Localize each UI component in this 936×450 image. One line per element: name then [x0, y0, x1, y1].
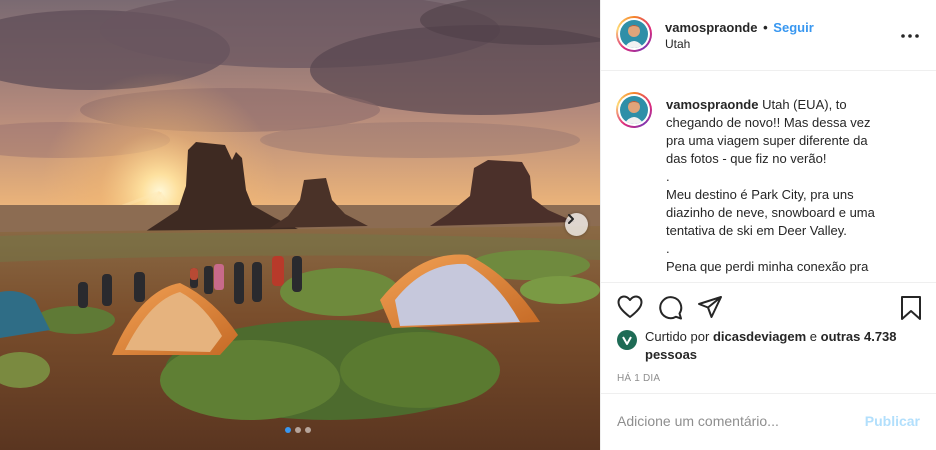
- caption-line: chegando de novo!! Mas dessa vez: [666, 115, 871, 130]
- caption-line: pra uma viagem super diferente da: [666, 133, 868, 148]
- caption-author-avatar[interactable]: [616, 92, 652, 128]
- post-header: vamospraonde • Seguir Utah: [601, 0, 936, 71]
- liker-username[interactable]: dicasdeviagem: [713, 329, 806, 344]
- caption-author-username[interactable]: vamospraonde: [666, 97, 758, 112]
- publish-button[interactable]: Publicar: [865, 413, 920, 429]
- caption-line: das fotos - que fiz no verão!: [666, 151, 827, 166]
- likes-prefix: Curtido por: [645, 329, 710, 344]
- more-options-button[interactable]: [900, 26, 920, 46]
- post-photo[interactable]: [0, 0, 600, 450]
- carousel-next-button[interactable]: [565, 213, 588, 236]
- post-actions: Curtido por dicasdeviagem e outras 4.738…: [601, 282, 936, 393]
- caption-line: tentativa de ski em Deer Valley.: [666, 223, 847, 238]
- carousel-indicator: [285, 427, 311, 433]
- comment-icon[interactable]: [657, 295, 683, 321]
- post-timestamp[interactable]: HÁ 1 DIA: [617, 373, 660, 384]
- comment-input[interactable]: [617, 408, 847, 434]
- likes-conjunction: e: [809, 329, 818, 344]
- caption-line: Meu destino é Park City, pra uns: [666, 187, 854, 202]
- post-location[interactable]: Utah: [665, 36, 814, 53]
- header-text: vamospraonde • Seguir Utah: [665, 19, 814, 53]
- liker-logo-icon: [622, 336, 632, 345]
- carousel-dot: [295, 427, 301, 433]
- avatar-image: [620, 96, 648, 124]
- caption-line: Pena que perdi minha conexão pra: [666, 259, 869, 274]
- chevron-right-icon: [568, 214, 574, 224]
- caption-line: vamospraonde Utah (EUA), to: [666, 96, 906, 114]
- author-avatar[interactable]: [616, 16, 652, 52]
- follow-button[interactable]: Seguir: [773, 20, 813, 35]
- avatar-image: [620, 20, 648, 48]
- author-username[interactable]: vamospraonde: [665, 20, 757, 35]
- liker-avatar[interactable]: [617, 330, 637, 350]
- caption-line: .: [666, 169, 670, 184]
- monument-valley-photo: [0, 0, 600, 450]
- carousel-dot: [285, 427, 291, 433]
- caption-line: diazinho de neve, snowboard e uma: [666, 205, 875, 220]
- caption-line: .: [666, 241, 670, 256]
- action-icons-row: [617, 295, 922, 321]
- send-icon[interactable]: [697, 295, 723, 319]
- heart-icon[interactable]: [617, 295, 643, 319]
- header-separator: •: [763, 20, 768, 35]
- carousel-dot: [305, 427, 311, 433]
- likes-text: Curtido por dicasdeviagem e outras 4.738…: [645, 328, 905, 364]
- add-comment-section: Publicar: [601, 393, 936, 450]
- more-horizontal-icon: [901, 34, 919, 38]
- caption-text: Utah (EUA), to: [762, 97, 847, 112]
- post-caption: vamospraonde Utah (EUA), to chegando de …: [666, 96, 906, 276]
- post-side-panel: vamospraonde • Seguir Utah vamospraonde …: [600, 0, 936, 450]
- caption-area: vamospraonde Utah (EUA), to chegando de …: [601, 72, 936, 282]
- bookmark-icon[interactable]: [900, 295, 922, 321]
